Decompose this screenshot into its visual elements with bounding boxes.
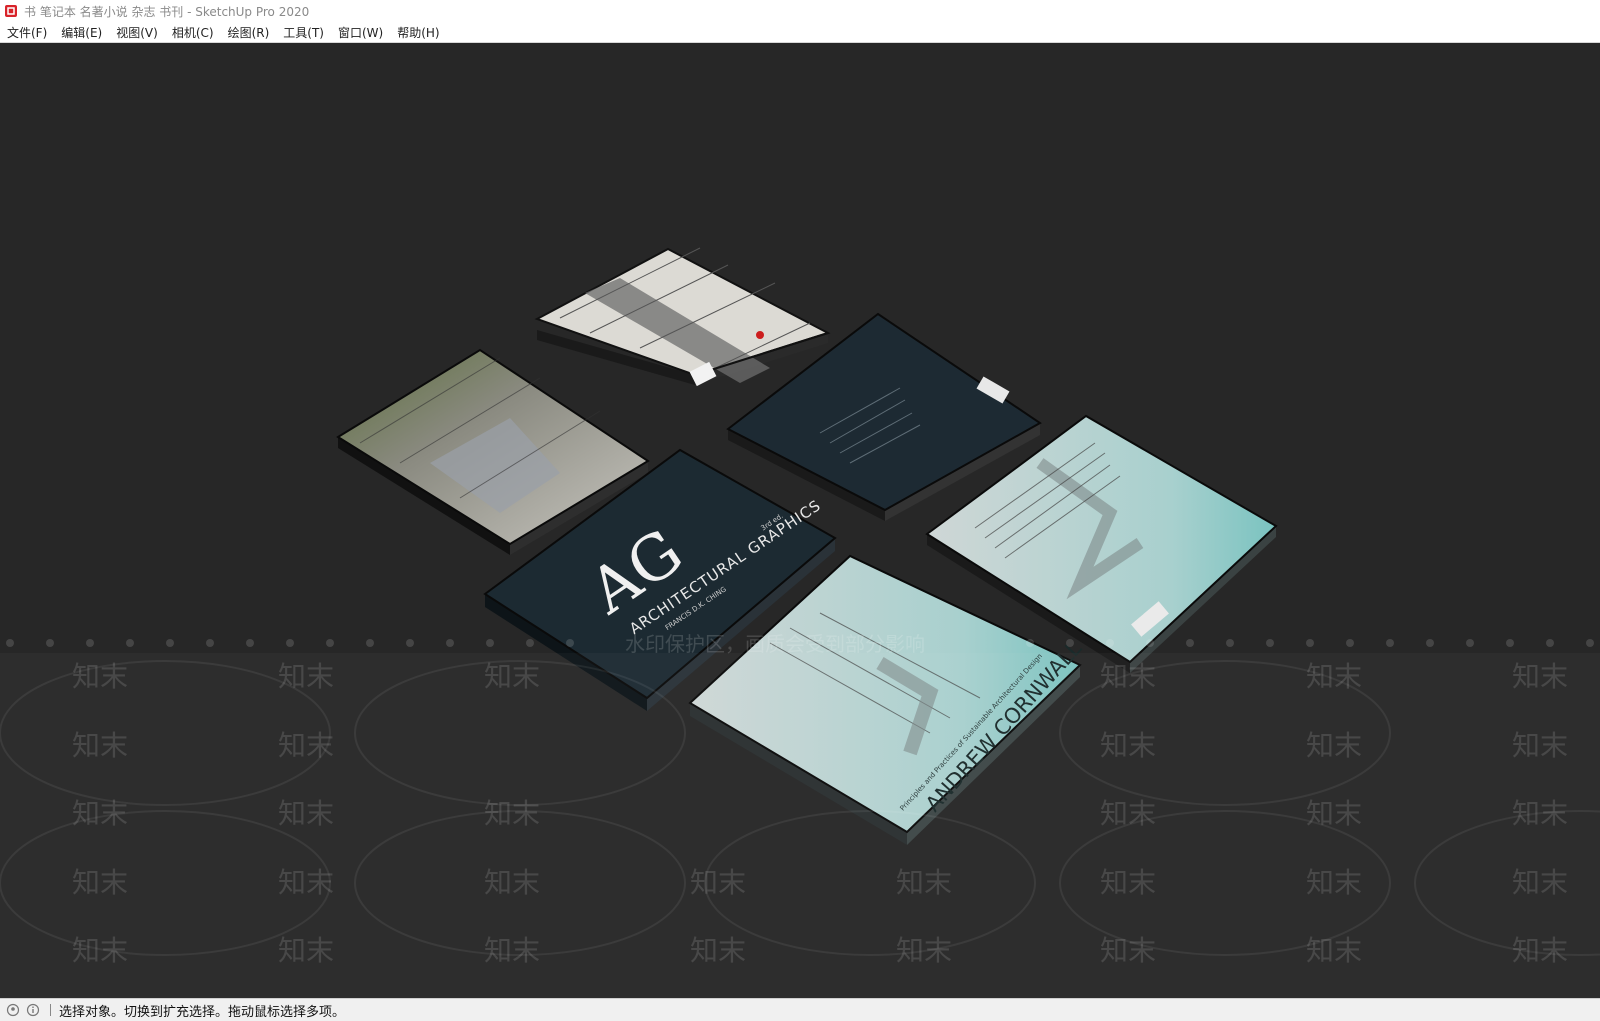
watermark-brand: 知末 bbox=[1306, 660, 1362, 693]
watermark-brand: 知末 bbox=[1306, 866, 1362, 899]
watermark-brand: 知末 bbox=[72, 660, 128, 693]
watermark-brand: 知末 bbox=[1512, 660, 1568, 693]
watermark-brand: 知末 bbox=[1100, 866, 1156, 899]
scene-canvas: AG ARCHITECTURAL GRAPHICS FRANCIS D.K. C… bbox=[0, 247, 1600, 967]
watermark-brand: 知末 bbox=[484, 797, 540, 830]
watermark-brand: 知末 bbox=[690, 866, 746, 899]
watermark-brand: 知末 bbox=[1306, 934, 1362, 967]
watermark-brand: 知末 bbox=[1100, 729, 1156, 762]
watermark-brand: 知末 bbox=[278, 797, 334, 830]
watermark-brand: 知末 bbox=[1512, 866, 1568, 899]
book-grey-cover[interactable] bbox=[534, 247, 831, 387]
watermark-brand: 知末 bbox=[1100, 797, 1156, 830]
menu-file[interactable]: 文件(F) bbox=[0, 24, 54, 41]
status-divider bbox=[50, 1004, 51, 1016]
menu-bar: 文件(F) 编辑(E) 视图(V) 相机(C) 绘图(R) 工具(T) 窗口(W… bbox=[0, 22, 1600, 43]
sketchup-logo-icon bbox=[5, 5, 17, 17]
menu-view[interactable]: 视图(V) bbox=[109, 24, 165, 41]
menu-tools[interactable]: 工具(T) bbox=[276, 24, 331, 41]
watermark-brand: 知末 bbox=[690, 934, 746, 967]
watermark-brand: 知末 bbox=[896, 934, 952, 967]
watermark-brand: 知末 bbox=[1100, 934, 1156, 967]
title-bar: 书 笔记本 名著小说 杂志 书刊 - SketchUp Pro 2020 bbox=[0, 0, 1600, 22]
watermark-brand: 知末 bbox=[278, 660, 334, 693]
menu-draw[interactable]: 绘图(R) bbox=[221, 24, 277, 41]
watermark-brand: 知末 bbox=[72, 729, 128, 762]
watermark-brand: 知末 bbox=[278, 866, 334, 899]
watermark-brand: 知末 bbox=[484, 866, 540, 899]
watermark-brand: 知末 bbox=[72, 797, 128, 830]
watermark-brand: 知末 bbox=[1512, 934, 1568, 967]
watermark-brand: 知末 bbox=[72, 866, 128, 899]
status-bar: 选择对象。切换到扩充选择。拖动鼠标选择多项。 bbox=[0, 998, 1600, 1021]
watermark-overlay: 水印保护区，画质会受到部分影响 知末 知末 知末 知末 知末 知末 知末 知末 … bbox=[0, 632, 1600, 967]
watermark-brand: 知末 bbox=[896, 866, 952, 899]
watermark-brand: 知末 bbox=[1512, 797, 1568, 830]
watermark-brand: 知末 bbox=[278, 729, 334, 762]
menu-help[interactable]: 帮助(H) bbox=[390, 24, 446, 41]
model-viewport[interactable]: AG ARCHITECTURAL GRAPHICS FRANCIS D.K. C… bbox=[0, 43, 1600, 998]
window-title: 书 笔记本 名著小说 杂志 书刊 - SketchUp Pro 2020 bbox=[24, 4, 310, 19]
watermark-brand: 知末 bbox=[1512, 729, 1568, 762]
watermark-brand: 知末 bbox=[72, 934, 128, 967]
menu-camera[interactable]: 相机(C) bbox=[165, 24, 221, 41]
geo-location-icon[interactable] bbox=[6, 1003, 20, 1017]
watermark-brand: 知末 bbox=[1306, 797, 1362, 830]
status-message: 选择对象。切换到扩充选择。拖动鼠标选择多项。 bbox=[59, 1004, 346, 1020]
watermark-brand: 知末 bbox=[484, 934, 540, 967]
watermark-notice: 水印保护区，画质会受到部分影响 bbox=[625, 632, 925, 656]
menu-window[interactable]: 窗口(W) bbox=[331, 24, 390, 41]
watermark-brand: 知末 bbox=[1100, 660, 1156, 693]
watermark-brand: 知末 bbox=[278, 934, 334, 967]
menu-edit[interactable]: 编辑(E) bbox=[54, 24, 109, 41]
info-icon[interactable] bbox=[26, 1003, 40, 1017]
watermark-brand: 知末 bbox=[1306, 729, 1362, 762]
watermark-brand: 知末 bbox=[484, 660, 540, 693]
